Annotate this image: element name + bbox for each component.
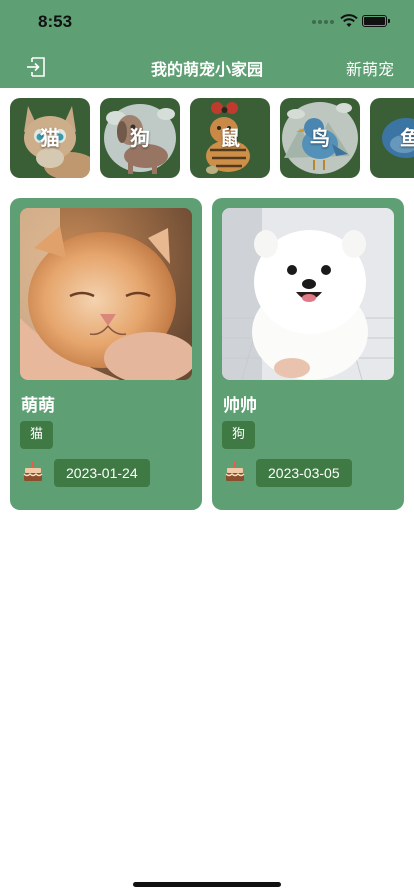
category-dog[interactable]: 狗 — [100, 98, 180, 178]
kitten-photo — [20, 208, 192, 380]
home-indicator[interactable] — [133, 882, 281, 887]
pomeranian-photo-image — [222, 208, 394, 380]
birthday-date: 2023-01-24 — [54, 459, 150, 487]
kitten-photo-image — [20, 208, 192, 380]
pet-type-tag: 狗 — [222, 421, 256, 449]
battery-cap — [388, 19, 390, 23]
birthday-cake-icon — [225, 462, 245, 481]
pomeranian-photo — [222, 208, 394, 380]
signal-icon — [312, 20, 334, 24]
status-icons — [312, 14, 392, 30]
category-list: 猫 狗 鼠 鸟 鱼 — [0, 98, 414, 180]
category-label: 鼠 — [220, 126, 240, 150]
category-fish[interactable]: 鱼 — [370, 98, 414, 178]
pet-card[interactable]: 帅帅 狗 2023-03-05 — [212, 198, 404, 510]
category-label: 鱼 — [400, 126, 414, 150]
category-cat[interactable]: 猫 — [10, 98, 90, 178]
pet-card[interactable]: 萌萌 猫 2023-01-24 — [10, 198, 202, 510]
new-pet-button[interactable]: 新萌宠 — [346, 56, 394, 80]
wifi-icon — [340, 14, 358, 27]
birthday-cake-icon — [23, 462, 43, 481]
category-label: 鸟 — [310, 126, 330, 150]
pet-name: 萌萌 — [21, 396, 55, 416]
category-label: 狗 — [130, 126, 150, 150]
status-time: 8:53 — [38, 12, 73, 31]
pet-name: 帅帅 — [223, 396, 257, 416]
battery-icon — [362, 15, 387, 27]
pet-type-tag: 猫 — [20, 421, 54, 449]
category-mouse[interactable]: 鼠 — [190, 98, 270, 178]
birthday-date: 2023-03-05 — [256, 459, 352, 487]
category-bird[interactable]: 鸟 — [280, 98, 360, 178]
header-bar: 8:53 我的萌宠小家园 新萌宠 — [0, 0, 414, 88]
category-label: 猫 — [40, 126, 60, 150]
